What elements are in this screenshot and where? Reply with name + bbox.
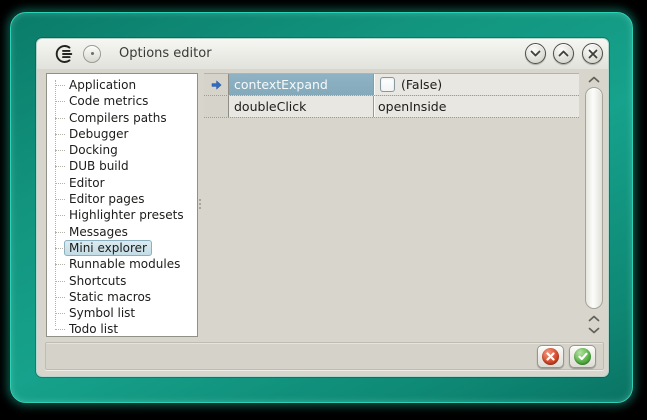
category-item[interactable]: Editor pages	[47, 191, 197, 207]
window-frame: Options editor ApplicationCode metricsCo…	[10, 12, 633, 403]
minimize-button[interactable]	[525, 43, 546, 64]
window-title: Options editor	[119, 39, 212, 69]
close-button[interactable]	[582, 43, 603, 64]
scrollbar-thumb[interactable]	[585, 87, 603, 309]
scroll-up-button-bottom[interactable]	[583, 312, 605, 324]
category-item[interactable]: Messages	[47, 224, 197, 240]
chevron-up-icon	[588, 315, 600, 322]
vertical-scrollbar[interactable]	[583, 73, 605, 336]
options-editor-dialog: Options editor ApplicationCode metricsCo…	[37, 39, 608, 376]
maximize-button[interactable]	[553, 43, 574, 64]
checkbox-unchecked[interactable]	[380, 77, 395, 92]
property-value[interactable]: openInside	[374, 96, 579, 117]
category-item-selected[interactable]: Mini explorer	[47, 240, 197, 256]
property-row[interactable]: contextExpand (False)	[204, 74, 579, 96]
scroll-up-button[interactable]	[583, 73, 605, 85]
category-item[interactable]: Code metrics	[47, 93, 197, 109]
red-x-icon	[542, 348, 559, 365]
category-item[interactable]: Shortcuts	[47, 273, 197, 289]
screenshot-root: Options editor ApplicationCode metricsCo…	[0, 0, 647, 420]
cancel-button[interactable]	[537, 345, 564, 368]
category-item[interactable]: Symbol list	[47, 305, 197, 321]
property-row[interactable]: doubleClick openInside	[204, 96, 579, 118]
category-item[interactable]: Runnable modules	[47, 256, 197, 272]
chevron-down-icon	[588, 327, 600, 334]
chevron-up-icon	[558, 50, 569, 57]
chevron-up-icon	[588, 76, 600, 83]
category-item[interactable]: Highlighter presets	[47, 207, 197, 223]
property-name[interactable]: doubleClick	[229, 96, 374, 117]
footer-bar	[45, 342, 604, 370]
category-item[interactable]: Compilers paths	[47, 110, 197, 126]
accept-button[interactable]	[569, 345, 596, 368]
category-item[interactable]: DUB build	[47, 158, 197, 174]
category-item[interactable]: Application	[47, 77, 197, 93]
x-icon	[588, 49, 598, 59]
category-item[interactable]: Debugger	[47, 126, 197, 142]
property-name[interactable]: contextExpand	[229, 74, 374, 95]
category-tree: ApplicationCode metricsCompilers pathsDe…	[46, 73, 198, 337]
property-grid: contextExpand (False) doubleClick openIn…	[204, 73, 579, 337]
category-item[interactable]: Editor	[47, 175, 197, 191]
category-item[interactable]: Todo list	[47, 321, 197, 337]
property-value[interactable]: (False)	[374, 74, 579, 95]
window-menu-button[interactable]	[83, 45, 101, 63]
panel-splitter-handle[interactable]	[199, 197, 202, 211]
selected-row-arrow-icon	[211, 80, 222, 90]
scroll-down-button[interactable]	[583, 324, 605, 336]
green-check-icon	[574, 348, 591, 365]
category-item[interactable]: Static macros	[47, 289, 197, 305]
category-item[interactable]: Docking	[47, 142, 197, 158]
app-logo-icon	[55, 44, 75, 64]
chevron-down-icon	[530, 50, 541, 57]
row-gutter	[204, 74, 229, 95]
row-gutter	[204, 96, 229, 117]
titlebar[interactable]: Options editor	[37, 39, 608, 69]
